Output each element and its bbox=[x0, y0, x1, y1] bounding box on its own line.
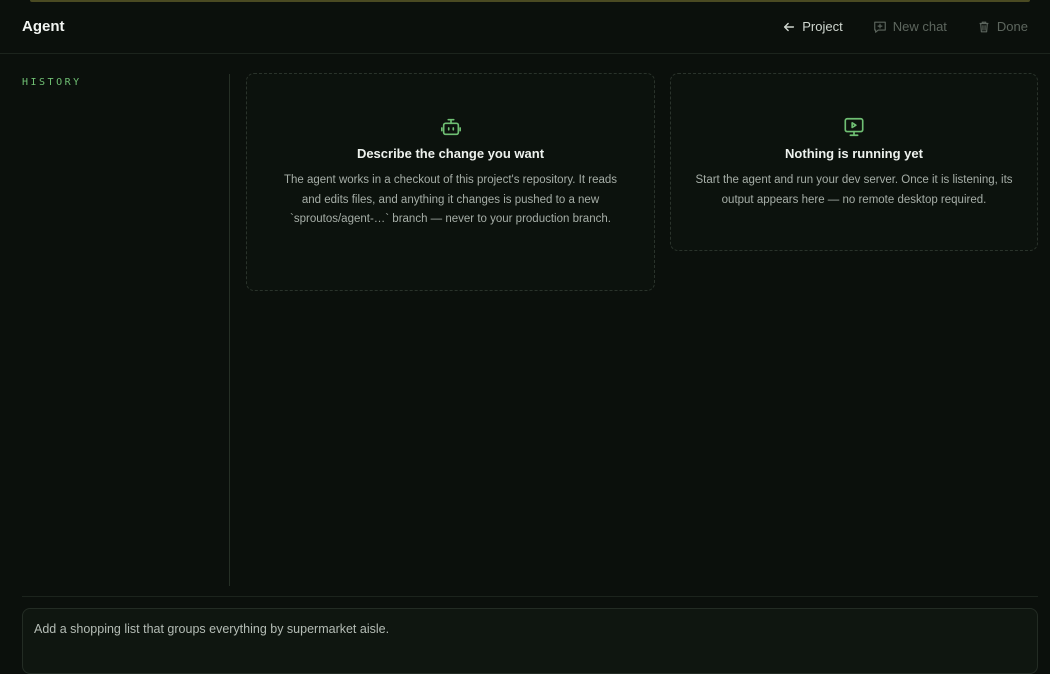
done-label: Done bbox=[996, 19, 1028, 34]
trash-icon bbox=[979, 21, 989, 32]
done-button[interactable]: Done bbox=[977, 19, 1028, 34]
describe-change-card: Describe the change you want The agent w… bbox=[246, 73, 655, 291]
new-chat-button[interactable]: New chat bbox=[873, 19, 947, 34]
running-card-title: Nothing is running yet bbox=[785, 146, 923, 161]
project-button-label: Project bbox=[802, 19, 843, 34]
history-heading: HISTORY bbox=[22, 77, 82, 88]
message-plus-icon bbox=[873, 21, 886, 33]
back-to-project-button[interactable]: Project bbox=[782, 19, 843, 34]
nothing-running-card: Nothing is running yet Start the agent a… bbox=[670, 73, 1038, 251]
new-chat-label: New chat bbox=[892, 19, 947, 34]
header-actions: Project New chat Done bbox=[782, 19, 1028, 34]
page-title: Agent bbox=[22, 18, 65, 35]
describe-card-title: Describe the change you want bbox=[356, 146, 545, 161]
monitor-play-icon bbox=[844, 117, 864, 137]
history-sidebar: HISTORY bbox=[22, 74, 230, 586]
app-header: Agent Project New chat Done bbox=[0, 0, 1050, 54]
prompt-input[interactable]: Add a shopping list that groups everythi… bbox=[22, 608, 1038, 674]
composer-divider bbox=[22, 596, 1038, 597]
arrow-left-icon bbox=[784, 22, 795, 31]
robot-icon bbox=[440, 118, 461, 136]
running-card-body: Start the agent and run your dev server.… bbox=[695, 174, 1013, 206]
prompt-input-value: Add a shopping list that groups everythi… bbox=[34, 622, 390, 636]
describe-card-body: The agent works in a checkout of this pr… bbox=[283, 174, 618, 225]
